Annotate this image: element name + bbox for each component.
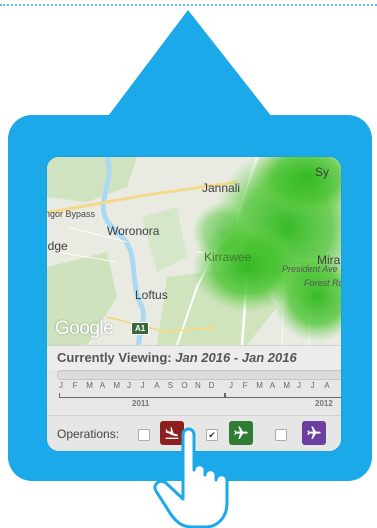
map-label-forest-rd: Forest Rd: [304, 278, 341, 288]
map-label-kirrawee: Kirrawee: [204, 250, 252, 264]
overflights-button[interactable]: [302, 421, 326, 445]
month-tick: M: [86, 381, 93, 390]
plane-icon: [307, 426, 321, 439]
month-tick: A: [154, 381, 160, 390]
month-tick: J: [229, 381, 233, 390]
month-tick: M: [256, 381, 263, 390]
operations-label: Operations:: [57, 427, 120, 441]
month-tick: D: [208, 381, 215, 390]
map-label-woronora: Woronora: [107, 224, 160, 238]
year-bracket-2011: [59, 393, 225, 398]
month-tick: F: [242, 381, 248, 390]
map-label-loftus: Loftus: [135, 288, 168, 302]
map-label-ridge: idge: [47, 239, 68, 253]
month-tick: F: [72, 381, 78, 390]
map-label-sy: Sy: [315, 165, 330, 179]
pointing-hand-icon: [153, 427, 229, 528]
month-tick: N: [195, 381, 201, 390]
month-tick: S: [167, 381, 174, 390]
currently-viewing-bar: Currently Viewing: Jan 2016 - Jan 2016: [47, 345, 341, 370]
year-label-2012: 2012: [315, 399, 333, 408]
year-label-2011: 2011: [132, 399, 150, 408]
month-tick: J: [59, 381, 63, 390]
year-bracket-2012: [225, 393, 341, 398]
overflights-checkbox[interactable]: [275, 429, 287, 441]
google-logo: Google: [55, 318, 114, 339]
month-tick: J: [140, 381, 145, 390]
map-label-jannali: Jannali: [202, 181, 241, 195]
month-tick: J: [127, 381, 131, 390]
timeline-slider[interactable]: [57, 370, 341, 380]
month-tick: M: [113, 381, 121, 390]
month-tick: M: [283, 381, 291, 390]
month-tick: J: [297, 381, 301, 390]
month-tick: A: [269, 381, 276, 390]
month-tick: A: [99, 381, 106, 390]
viewing-range: Jan 2016 - Jan 2016: [175, 350, 297, 365]
flight-map-widget: Sy Jannali ngor Bypass Woronora idge Kir…: [47, 157, 341, 451]
road-shield: A1: [131, 322, 150, 335]
month-tick: O: [181, 381, 188, 390]
month-tick: A: [324, 381, 330, 390]
viewing-label: Currently Viewing:: [57, 350, 172, 365]
arrivals-checkbox[interactable]: [138, 429, 150, 441]
map-label-bypass: ngor Bypass: [47, 209, 96, 219]
map-view[interactable]: Sy Jannali ngor Bypass Woronora idge Kir…: [47, 157, 341, 345]
map-label-president-ave: President Ave: [282, 264, 338, 274]
timeline-scale[interactable]: JFMAMJJASONDJFMAMJJA 2011 2012: [59, 381, 341, 413]
month-tick: J: [310, 381, 315, 390]
